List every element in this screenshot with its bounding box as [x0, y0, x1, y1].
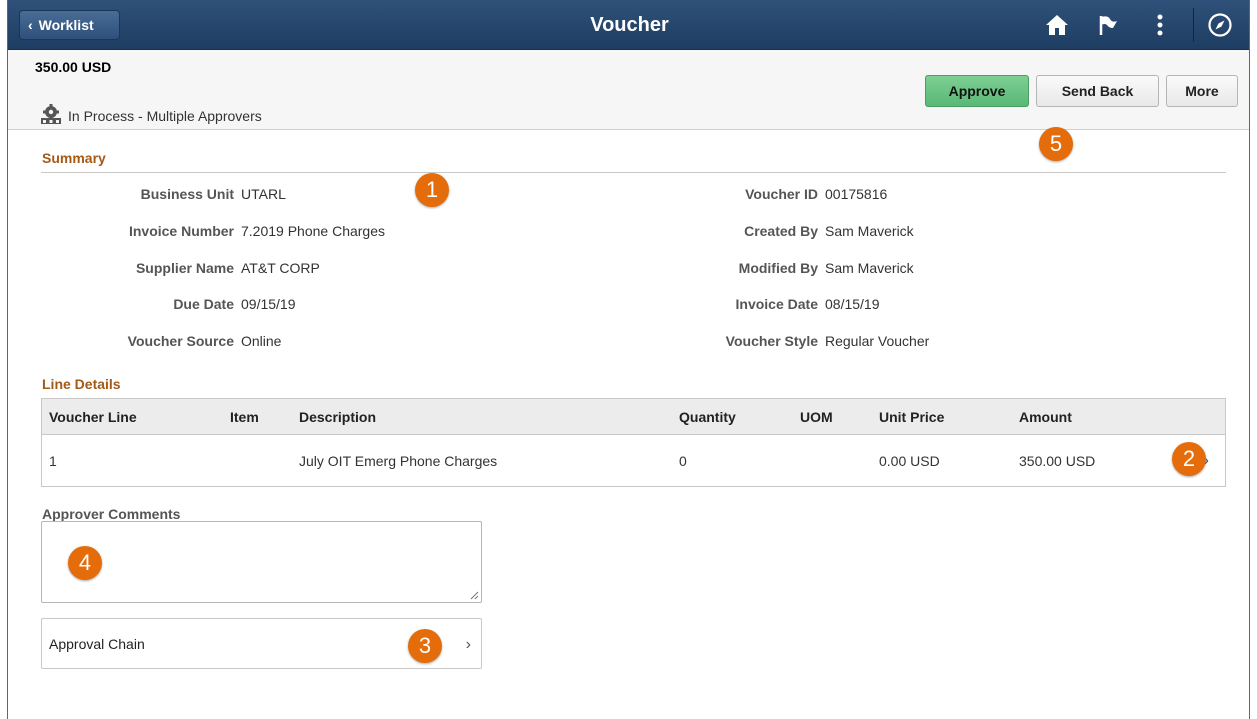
field-value: AT&T CORP: [241, 260, 320, 276]
column-header: Quantity: [679, 409, 736, 425]
status-text: In Process - Multiple Approvers: [68, 107, 262, 124]
column-header: UOM: [800, 409, 833, 425]
more-button[interactable]: More: [1166, 75, 1238, 107]
field-value: Sam Maverick: [825, 223, 914, 239]
field-label: Voucher ID: [745, 186, 818, 202]
approval-chain-label: Approval Chain: [49, 636, 145, 652]
field-label: Business Unit: [140, 186, 234, 202]
field-value: 7.2019 Phone Charges: [241, 223, 385, 239]
field-value: Sam Maverick: [825, 260, 914, 276]
field-label: Invoice Number: [128, 223, 234, 239]
column-header: Item: [230, 409, 259, 425]
in-process-icon: [40, 104, 62, 127]
field-invoice-number: Invoice Number 7.2019 Phone Charges: [39, 221, 385, 241]
navbar-compass-icon[interactable]: [1204, 9, 1236, 41]
field-supplier-name: Supplier Name AT&T CORP: [39, 258, 320, 278]
callout-marker: 1: [415, 173, 449, 207]
table-cell: 1: [49, 453, 57, 469]
actions-menu-icon[interactable]: [1144, 9, 1176, 41]
flag-icon[interactable]: [1092, 9, 1124, 41]
callout-marker: 3: [408, 629, 442, 663]
approve-button[interactable]: Approve: [925, 75, 1029, 107]
field-due-date: Due Date 09/15/19: [39, 294, 296, 314]
grid-header: Voucher Line Item Description Quantity U…: [42, 399, 1225, 435]
banner-divider: [1193, 8, 1194, 42]
field-created-by: Created By Sam Maverick: [668, 221, 914, 241]
field-value: Online: [241, 333, 282, 349]
field-value: 08/15/19: [825, 296, 880, 312]
column-header: Amount: [1019, 409, 1072, 425]
summary-divider: [41, 172, 1226, 173]
field-label: Voucher Source: [127, 333, 234, 349]
voucher-header: 350.00 USD In Process - Multiple Approve…: [8, 50, 1249, 130]
column-header: Voucher Line: [49, 409, 137, 425]
worklist-back-label: Worklist: [38, 17, 94, 33]
field-label: Voucher Style: [725, 333, 818, 349]
field-invoice-date: Invoice Date 08/15/19: [668, 294, 880, 314]
callout-marker: 2: [1172, 442, 1206, 476]
callout-marker: 5: [1039, 127, 1073, 161]
field-label: Created By: [744, 223, 818, 239]
send-back-button[interactable]: Send Back: [1036, 75, 1159, 107]
table-cell: 0.00 USD: [879, 453, 940, 469]
field-voucher-style: Voucher Style Regular Voucher: [668, 331, 930, 351]
banner: ‹ Worklist Voucher: [8, 0, 1249, 50]
field-label: Due Date: [173, 296, 234, 312]
resize-grip-icon[interactable]: [470, 591, 479, 600]
status-indicator: In Process - Multiple Approvers: [40, 104, 262, 127]
field-voucher-source: Voucher Source Online: [39, 331, 282, 351]
column-header: Description: [299, 409, 377, 425]
field-voucher-id: Voucher ID 00175816: [668, 184, 887, 204]
voucher-amount: 350.00 USD: [35, 59, 112, 75]
table-cell: July OIT Emerg Phone Charges: [299, 453, 498, 469]
field-value: Regular Voucher: [825, 333, 930, 349]
table-cell: 0: [679, 453, 687, 469]
field-value: 00175816: [825, 186, 888, 202]
field-modified-by: Modified By Sam Maverick: [668, 258, 914, 278]
table-cell: 350.00 USD: [1019, 453, 1096, 469]
field-business-unit: Business Unit UTARL: [39, 184, 286, 204]
column-header: Unit Price: [879, 409, 945, 425]
chevron-left-icon: ‹: [28, 17, 33, 33]
chevron-right-icon: ›: [465, 636, 471, 653]
worklist-back-button[interactable]: ‹ Worklist: [19, 10, 120, 40]
summary-heading: Summary: [42, 150, 106, 166]
home-icon[interactable]: [1041, 9, 1073, 41]
field-value: UTARL: [241, 186, 286, 202]
line-details-grid: Voucher Line Item Description Quantity U…: [41, 398, 1226, 487]
field-label: Modified By: [738, 260, 818, 276]
comments-label: Approver Comments: [42, 506, 181, 522]
callout-marker: 4: [68, 546, 102, 580]
app-frame: ‹ Worklist Voucher 350.00 USD In Process…: [7, 0, 1250, 719]
field-label: Invoice Date: [735, 296, 818, 312]
field-label: Supplier Name: [135, 260, 234, 276]
approver-comments-field[interactable]: [41, 521, 482, 603]
line-details-heading: Line Details: [42, 376, 121, 392]
field-value: 09/15/19: [241, 296, 296, 312]
